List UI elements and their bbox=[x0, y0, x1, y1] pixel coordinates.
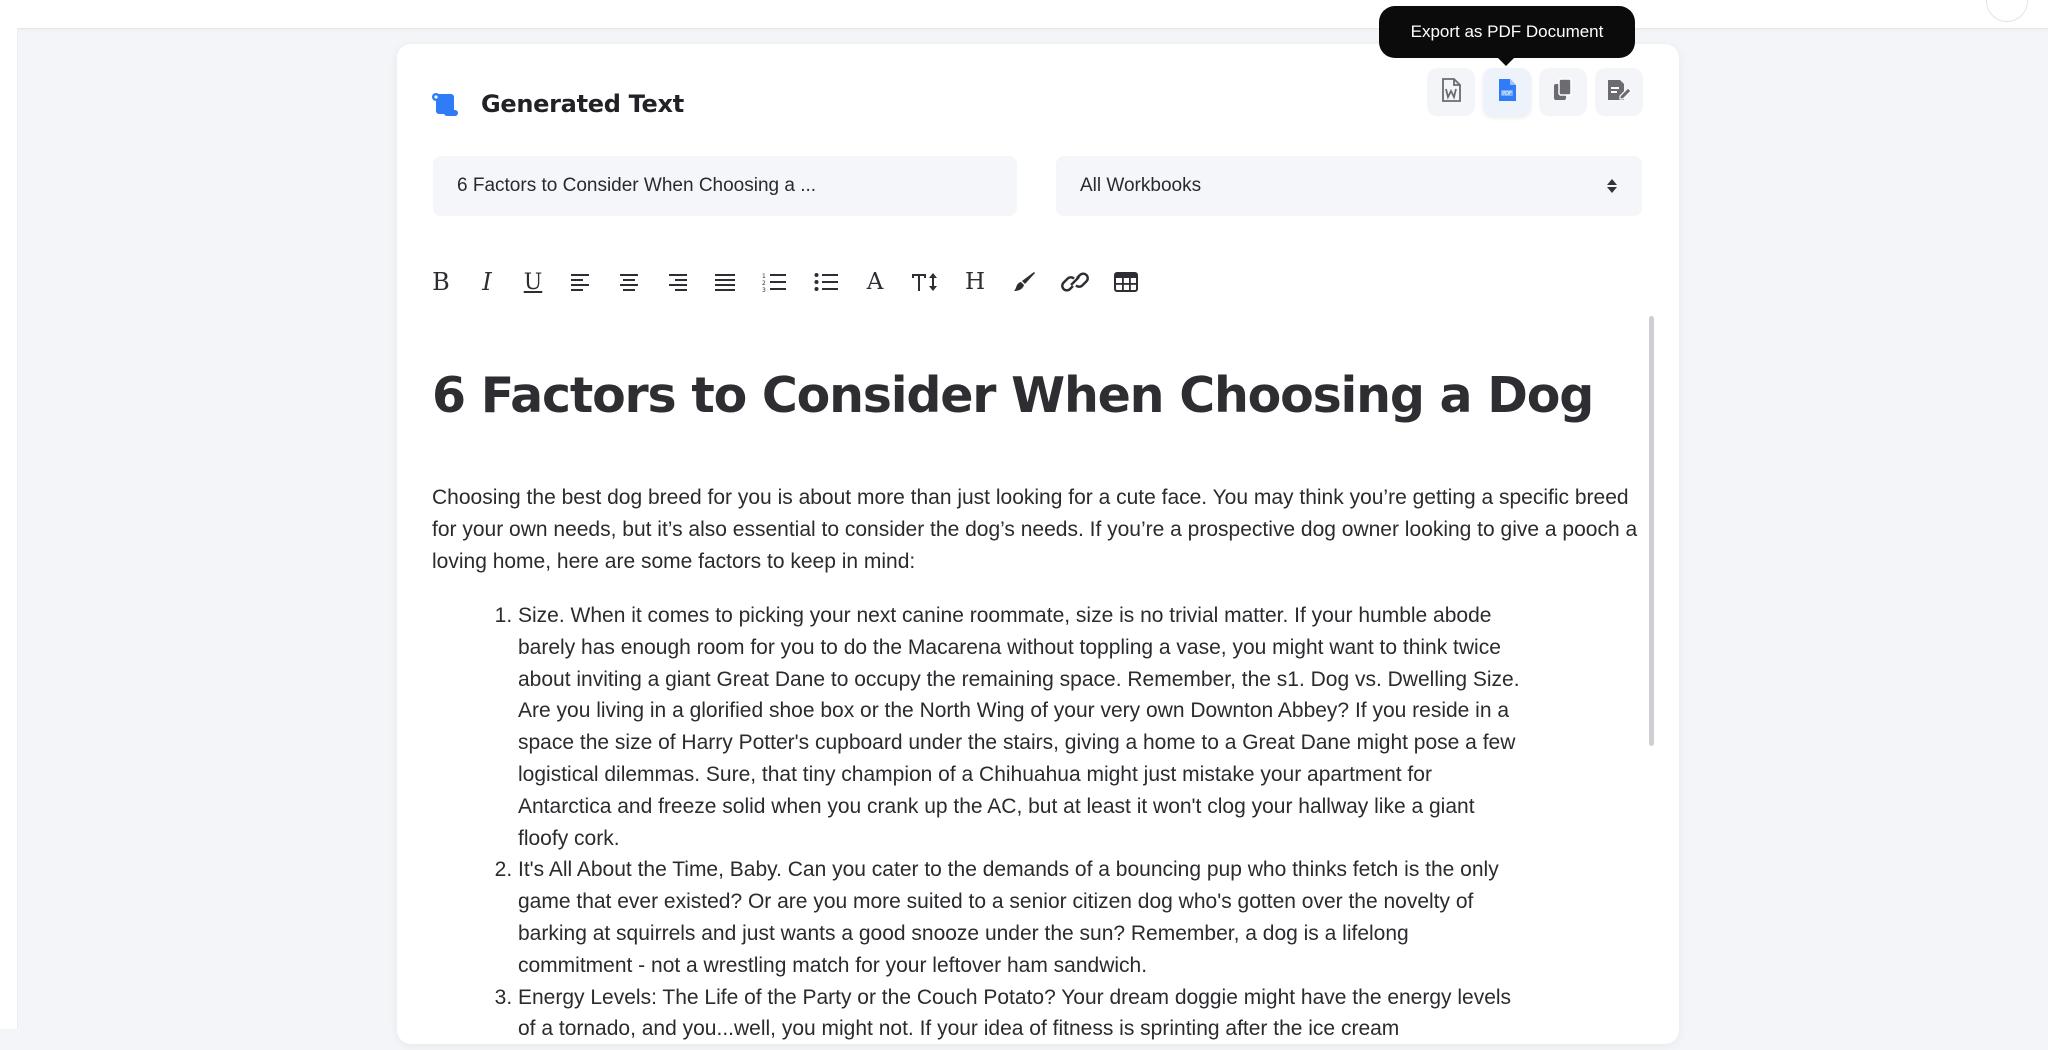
align-center-icon[interactable] bbox=[617, 264, 641, 300]
editor-scrollbar[interactable] bbox=[1649, 316, 1654, 746]
export-pdf-tooltip: Export as PDF Document bbox=[1379, 6, 1635, 66]
left-sidebar bbox=[0, 28, 18, 1029]
title-input[interactable]: 6 Factors to Consider When Choosing a ..… bbox=[433, 156, 1017, 216]
underline-icon[interactable]: U bbox=[521, 264, 545, 300]
export-actions: PDF bbox=[1427, 68, 1643, 116]
align-justify-icon[interactable] bbox=[713, 264, 737, 300]
copy-icon bbox=[1552, 78, 1574, 106]
heading-icon[interactable]: H bbox=[963, 264, 987, 300]
italic-icon[interactable]: I bbox=[475, 264, 499, 300]
workbook-select[interactable]: All Workbooks bbox=[1056, 156, 1642, 216]
bold-icon[interactable]: B bbox=[429, 264, 453, 300]
pdf-doc-icon: PDF bbox=[1497, 78, 1517, 106]
font-size-icon[interactable] bbox=[911, 264, 939, 300]
align-right-icon[interactable] bbox=[665, 264, 689, 300]
list-item: Energy Levels: The Life of the Party or … bbox=[518, 982, 1528, 1046]
top-bar bbox=[0, 0, 2048, 29]
table-icon[interactable] bbox=[1113, 264, 1139, 300]
factors-list: Size. When it comes to picking your next… bbox=[432, 600, 1528, 1045]
export-pdf-button[interactable]: PDF bbox=[1483, 68, 1531, 116]
rich-text-editor[interactable]: 6 Factors to Consider When Choosing a Do… bbox=[432, 310, 1644, 1050]
svg-text:3: 3 bbox=[762, 287, 766, 292]
word-doc-icon bbox=[1441, 78, 1461, 106]
export-word-button[interactable] bbox=[1427, 68, 1475, 116]
copy-button[interactable] bbox=[1539, 68, 1587, 116]
list-item: It's All About the Time, Baby. Can you c… bbox=[518, 854, 1528, 981]
edit-doc-icon bbox=[1606, 78, 1632, 106]
highlight-brush-icon[interactable] bbox=[1011, 264, 1037, 300]
svg-text:PDF: PDF bbox=[1502, 91, 1512, 97]
document-intro: Choosing the best dog breed for you is a… bbox=[432, 486, 1638, 573]
list-item: Size. When it comes to picking your next… bbox=[518, 600, 1528, 854]
generated-text-card: Generated Text PDF 6 Factors to Consider… bbox=[397, 44, 1679, 1044]
tooltip-text: Export as PDF Document bbox=[1410, 22, 1604, 41]
svg-text:1: 1 bbox=[762, 273, 766, 280]
card-header: Generated Text bbox=[429, 82, 684, 126]
avatar[interactable] bbox=[1986, 0, 2028, 22]
unordered-list-icon[interactable] bbox=[813, 264, 839, 300]
document-title: 6 Factors to Consider When Choosing a Do… bbox=[432, 367, 1594, 424]
card-title: Generated Text bbox=[481, 90, 684, 118]
workbook-select-value: All Workbooks bbox=[1080, 175, 1202, 196]
edit-document-button[interactable] bbox=[1595, 68, 1643, 116]
align-left-icon[interactable] bbox=[569, 264, 593, 300]
title-input-value: 6 Factors to Consider When Choosing a ..… bbox=[457, 175, 817, 196]
sort-arrows-icon bbox=[1606, 177, 1618, 195]
scroll-icon bbox=[429, 88, 461, 120]
editor-toolbar: B I U 123 A H bbox=[429, 264, 1139, 300]
font-color-icon[interactable]: A bbox=[863, 264, 887, 300]
link-icon[interactable] bbox=[1061, 264, 1089, 300]
ordered-list-icon[interactable]: 123 bbox=[761, 264, 787, 300]
svg-text:2: 2 bbox=[762, 280, 766, 287]
